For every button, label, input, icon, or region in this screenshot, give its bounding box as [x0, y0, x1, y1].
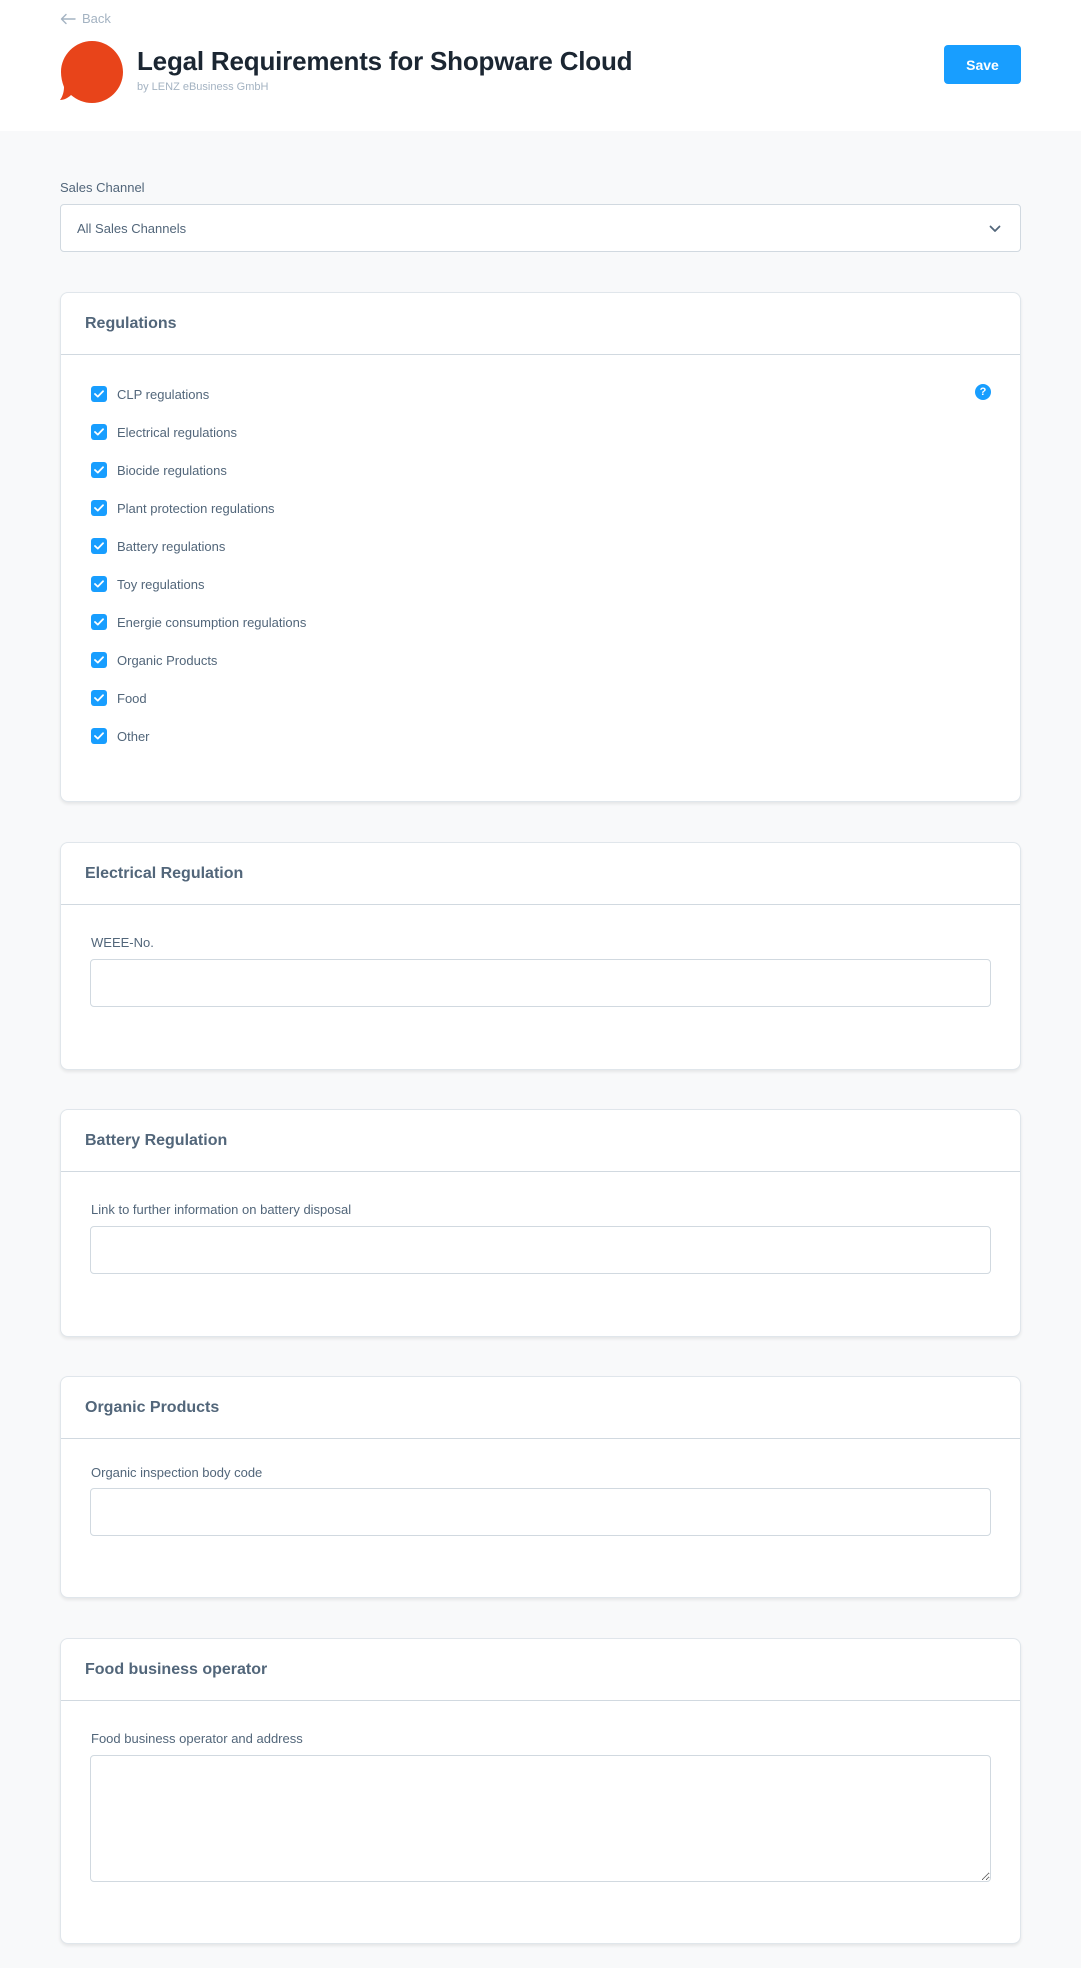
electrical-regulation-card: Electrical Regulation WEEE-No. [60, 842, 1021, 1070]
chevron-down-icon [989, 225, 1001, 232]
sales-channel-label: Sales Channel [60, 180, 145, 195]
checkbox-other[interactable]: Other [91, 726, 150, 746]
weee-number-input[interactable] [90, 959, 991, 1007]
checkbox-plant-protection-regulations[interactable]: Plant protection regulations [91, 498, 275, 518]
weee-number-label: WEEE-No. [91, 935, 154, 950]
page-title: Legal Requirements for Shopware Cloud [137, 46, 633, 76]
checkbox-label: Food [117, 690, 147, 706]
electrical-card-header: Electrical Regulation [61, 843, 1020, 905]
checkbox-label: Battery regulations [117, 538, 226, 554]
checkbox-checked-icon [91, 538, 107, 554]
food-title: Food business operator [85, 1660, 268, 1678]
checkbox-toy-regulations[interactable]: Toy regulations [91, 574, 204, 594]
organic-products-card: Organic Products Organic inspection body… [60, 1376, 1021, 1598]
checkbox-label: Organic Products [117, 652, 218, 668]
checkbox-checked-icon [91, 386, 107, 402]
checkbox-label: Electrical regulations [117, 424, 237, 440]
battery-disposal-link-input[interactable] [90, 1226, 991, 1274]
organic-inspection-code-input[interactable] [90, 1488, 991, 1536]
checkbox-battery-regulations[interactable]: Battery regulations [91, 536, 225, 556]
checkbox-clp-regulations[interactable]: CLP regulations [91, 384, 209, 404]
checkbox-label: Toy regulations [117, 576, 205, 592]
checkbox-checked-icon [91, 424, 107, 440]
app-logo [60, 41, 123, 103]
save-button[interactable]: Save [944, 45, 1021, 84]
sales-channel-select[interactable]: All Sales Channels [60, 204, 1021, 252]
food-operator-address-textarea[interactable] [90, 1755, 991, 1882]
page-header: Back Legal Requirements for Shopware Clo… [0, 0, 1081, 131]
checkbox-energie-consumption-regulations[interactable]: Energie consumption regulations [91, 612, 306, 632]
battery-disposal-link-label: Link to further information on battery d… [91, 1202, 352, 1217]
battery-regulation-card: Battery Regulation Link to further infor… [60, 1109, 1021, 1337]
checkbox-label: Energie consumption regulations [117, 614, 307, 630]
checkbox-organic-products[interactable]: Organic Products [91, 650, 217, 670]
arrow-left-icon [60, 13, 76, 24]
battery-title: Battery Regulation [85, 1131, 228, 1149]
organic-card-header: Organic Products [61, 1377, 1020, 1439]
checkbox-checked-icon [91, 500, 107, 516]
back-label: Back [82, 11, 111, 26]
checkbox-label: Biocide regulations [117, 462, 227, 478]
battery-card-header: Battery Regulation [61, 1110, 1020, 1172]
checkbox-checked-icon [91, 690, 107, 706]
food-operator-address-label: Food business operator and address [91, 1731, 303, 1746]
regulations-card: Regulations ? CLP regulations Electrical… [60, 292, 1021, 802]
regulations-title: Regulations [85, 314, 177, 332]
organic-inspection-code-label: Organic inspection body code [91, 1465, 263, 1480]
checkbox-food[interactable]: Food [91, 688, 147, 708]
sales-channel-value: All Sales Channels [77, 220, 187, 236]
food-business-operator-card: Food business operator Food business ope… [60, 1638, 1021, 1944]
checkbox-label: CLP regulations [117, 386, 210, 402]
organic-title: Organic Products [85, 1398, 220, 1416]
help-icon[interactable]: ? [975, 384, 991, 400]
regulations-card-header: Regulations [61, 293, 1020, 355]
checkbox-biocide-regulations[interactable]: Biocide regulations [91, 460, 227, 480]
checkbox-checked-icon [91, 462, 107, 478]
checkbox-label: Other [117, 728, 150, 744]
checkbox-checked-icon [91, 652, 107, 668]
checkbox-label: Plant protection regulations [117, 500, 275, 516]
checkbox-checked-icon [91, 614, 107, 630]
checkbox-electrical-regulations[interactable]: Electrical regulations [91, 422, 237, 442]
checkbox-checked-icon [91, 576, 107, 592]
electrical-title: Electrical Regulation [85, 864, 244, 882]
vendor-label: by LENZ eBusiness GmbH [137, 81, 269, 93]
food-card-header: Food business operator [61, 1639, 1020, 1701]
back-link[interactable]: Back [60, 11, 111, 26]
checkbox-checked-icon [91, 728, 107, 744]
